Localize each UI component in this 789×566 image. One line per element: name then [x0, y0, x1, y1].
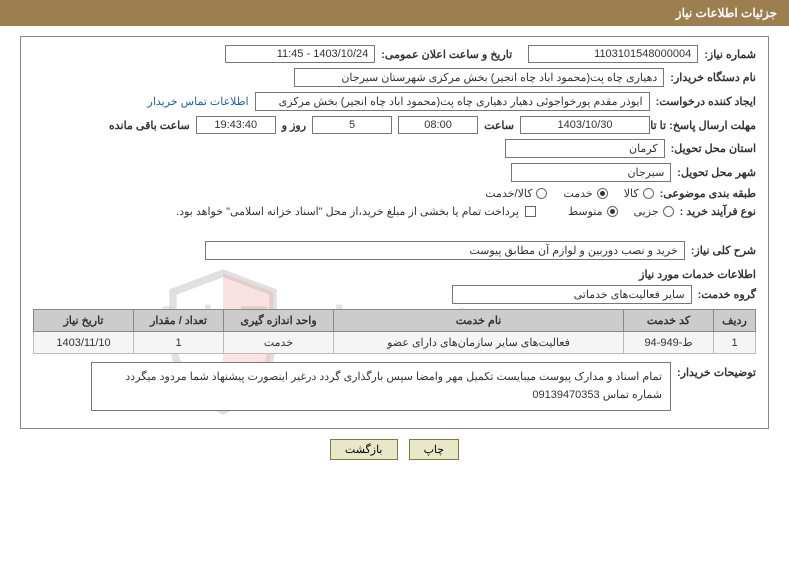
radio-icon [643, 188, 654, 199]
cat-goods-service-text: کالا/خدمت [485, 187, 532, 200]
radio-icon [536, 188, 547, 199]
time-label: ساعت [484, 119, 514, 132]
cell-qty: 1 [134, 332, 224, 354]
back-button[interactable]: بازگشت [330, 439, 398, 460]
overall-desc-label: شرح کلی نیاز: [691, 244, 756, 257]
cat-goods-service-radio[interactable]: کالا/خدمت [485, 187, 547, 200]
city-label: شهر محل تحویل: [677, 166, 756, 179]
remaining-time-field: 19:43:40 [196, 116, 276, 134]
service-group-field: سایر فعالیت‌های خدماتی [452, 285, 692, 304]
days-suffix: روز و [282, 119, 306, 132]
services-header: اطلاعات خدمات مورد نیاز [33, 268, 756, 281]
cat-goods-text: کالا [624, 187, 639, 200]
category-label: طبقه بندی موضوعی: [660, 187, 756, 200]
col-unit: واحد اندازه گیری [224, 310, 334, 332]
buyer-notes-label: توضیحات خریدار: [677, 362, 756, 379]
col-date: تاریخ نیاز [34, 310, 134, 332]
col-code: کد خدمت [624, 310, 714, 332]
buyer-org-field: دهیاری چاه پت(محمود اباد چاه انجیر) بخش … [294, 68, 664, 87]
page-header: جزئیات اطلاعات نیاز [0, 0, 789, 26]
col-row: ردیف [714, 310, 756, 332]
cell-code: ط-949-94 [624, 332, 714, 354]
cat-service-text: خدمت [563, 187, 592, 200]
col-name: نام خدمت [334, 310, 624, 332]
page-title: جزئیات اطلاعات نیاز [676, 6, 777, 20]
type-medium-radio[interactable]: متوسط [568, 205, 618, 218]
col-qty: تعداد / مقدار [134, 310, 224, 332]
need-no-field: 1103101548000004 [528, 45, 698, 63]
table-row: 1 ط-949-94 فعالیت‌های سایر سازمان‌های دا… [34, 332, 756, 354]
cat-goods-radio[interactable]: کالا [624, 187, 654, 200]
city-field: سیرجان [511, 163, 671, 182]
type-partial-radio[interactable]: جزیی [634, 205, 674, 218]
cell-date: 1403/11/10 [34, 332, 134, 354]
deadline-date-field: 1403/10/30 [520, 116, 650, 134]
type-partial-text: جزیی [634, 205, 659, 218]
requester-label: ایجاد کننده درخواست: [656, 95, 756, 108]
need-no-label: شماره نیاز: [704, 48, 756, 61]
overall-desc-field: خرید و نصب دوربین و لوازم آن مطابق پیوست [205, 241, 685, 260]
cell-row: 1 [714, 332, 756, 354]
deadline-label: مهلت ارسال پاسخ: تا تاریخ: [656, 119, 756, 132]
requester-field: ایوذر مقدم پورخواجوئی دهیار دهیاری چاه پ… [255, 92, 650, 111]
buyer-org-label: نام دستگاه خریدار: [670, 71, 756, 84]
buyer-notes-box: تمام اسناد و مدارک پیوست میبایست تکمیل م… [91, 362, 671, 411]
payment-note: پرداخت تمام یا بخشی از مبلغ خرید،از محل … [176, 205, 519, 218]
print-button[interactable]: چاپ [409, 439, 460, 460]
province-field: کرمان [505, 139, 665, 158]
announce-field: 1403/10/24 - 11:45 [225, 45, 375, 63]
remaining-suffix: ساعت باقی مانده [109, 119, 190, 132]
cell-unit: خدمت [224, 332, 334, 354]
services-table: ردیف کد خدمت نام خدمت واحد اندازه گیری ت… [33, 309, 756, 354]
days-field: 5 [312, 116, 392, 134]
radio-icon [597, 188, 608, 199]
type-medium-text: متوسط [568, 205, 603, 218]
cell-name: فعالیت‌های سایر سازمان‌های دارای عضو [334, 332, 624, 354]
province-label: استان محل تحویل: [671, 142, 756, 155]
deadline-time-field: 08:00 [398, 116, 478, 134]
purchase-type-label: نوع فرآیند خرید : [680, 205, 756, 218]
announce-label: تاریخ و ساعت اعلان عمومی: [381, 48, 512, 61]
cat-service-radio[interactable]: خدمت [563, 187, 607, 200]
payment-checkbox[interactable] [525, 206, 536, 217]
radio-icon [607, 206, 618, 217]
table-header-row: ردیف کد خدمت نام خدمت واحد اندازه گیری ت… [34, 310, 756, 332]
radio-icon [663, 206, 674, 217]
contact-link[interactable]: اطلاعات تماس خریدار [148, 95, 249, 108]
service-group-label: گروه خدمت: [698, 288, 756, 301]
